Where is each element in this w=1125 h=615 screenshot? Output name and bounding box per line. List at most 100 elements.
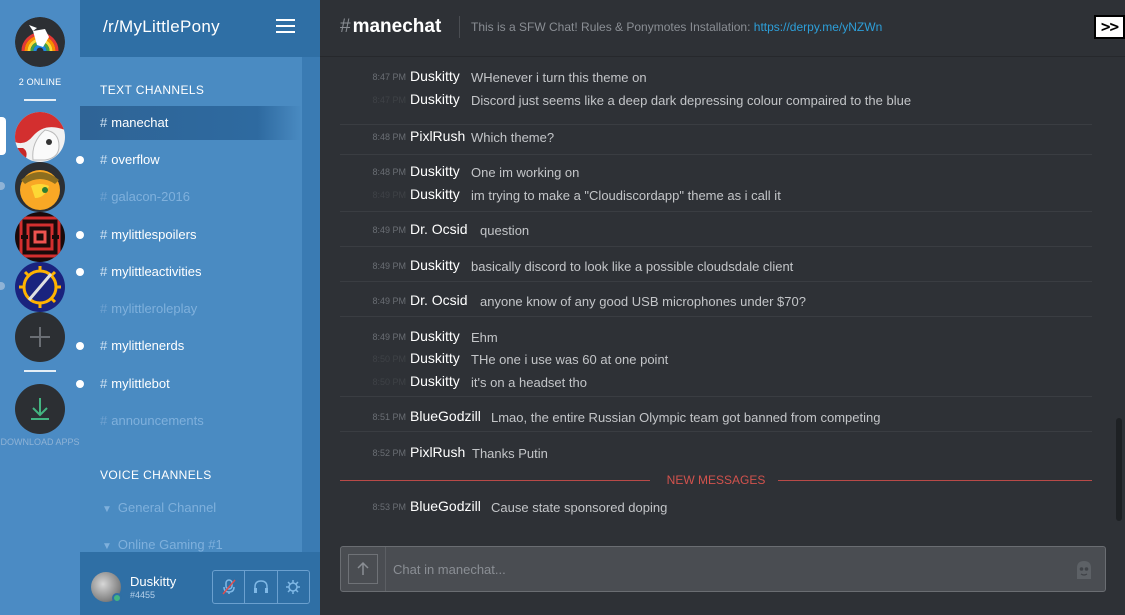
server-sun-sword[interactable] xyxy=(15,262,65,312)
server-red-pony[interactable] xyxy=(15,112,65,162)
message-group: 8:52 PM PixlRush Thanks Putin xyxy=(340,432,1092,472)
hash-icon: # xyxy=(340,16,351,37)
mute-button[interactable] xyxy=(213,571,246,603)
server-red-maze[interactable] xyxy=(15,212,65,262)
red-pony-avatar xyxy=(15,112,65,162)
message-author[interactable]: Duskitty xyxy=(410,163,460,179)
channel-name: mylittleroleplay xyxy=(111,301,198,316)
fast-forward-button[interactable]: >> xyxy=(1094,15,1125,39)
channel-sidebar: /r/MyLittlePony TEXT CHANNELS # manechat … xyxy=(76,0,320,615)
message-input[interactable] xyxy=(393,559,1053,579)
message-text: One im working on xyxy=(471,165,580,180)
message-author[interactable]: Duskitty xyxy=(410,328,460,344)
channel-scrollbar[interactable] xyxy=(302,57,320,552)
message-timestamp: 8:49 PM xyxy=(372,261,406,271)
message-scrollbar[interactable] xyxy=(1112,57,1125,532)
channel-mylittlebot[interactable]: # mylittlebot xyxy=(76,367,302,401)
hash-icon: # xyxy=(100,189,108,204)
message-text: basically discord to look like a possibl… xyxy=(471,259,794,274)
channel-mylittleactivities[interactable]: # mylittleactivities xyxy=(76,255,302,289)
message-timestamp: 8:53 PM xyxy=(372,502,406,512)
message-row: 8:51 PM BlueGodzill Lmao, the entire Russi… xyxy=(340,407,1092,429)
message-author[interactable]: Duskitty xyxy=(410,186,460,202)
message-author[interactable]: PixlRush xyxy=(410,128,465,144)
message-text: Cause state sponsored doping xyxy=(491,500,668,515)
message-timestamp: 8:47 PM xyxy=(372,95,406,105)
message-author[interactable]: Duskitty xyxy=(410,257,460,273)
hash-icon: # xyxy=(100,338,108,353)
voice-channels-header[interactable]: VOICE CHANNELS xyxy=(100,468,212,482)
message-author[interactable]: BlueGodzill xyxy=(410,408,481,424)
page-title: # manechat xyxy=(340,16,441,38)
channel-name: announcements xyxy=(111,413,204,428)
pony-emoji-icon xyxy=(1077,561,1091,579)
upload-button[interactable] xyxy=(348,554,378,584)
message-group: 8:48 PM PixlRush Which theme? xyxy=(340,125,1092,155)
message-timestamp: 8:49 PM xyxy=(372,190,406,200)
server-mylittlepony[interactable] xyxy=(15,17,65,67)
text-channels-header[interactable]: TEXT CHANNELS xyxy=(100,83,204,97)
message-author[interactable]: Duskitty xyxy=(410,91,460,107)
emoji-button[interactable] xyxy=(1074,559,1094,581)
channel-list: TEXT CHANNELS # manechat # overflow # galac… xyxy=(76,57,302,552)
red-maze-avatar xyxy=(15,212,65,262)
message-row: 8:47 PM Duskitty Discord just seems like a… xyxy=(340,90,1092,112)
chat-header: # manechat This is a SFW Chat! Rules & Po… xyxy=(320,0,1125,57)
deafen-button[interactable] xyxy=(245,571,278,603)
unread-indicator xyxy=(76,231,84,239)
message-timestamp: 8:48 PM xyxy=(372,132,406,142)
message-composer xyxy=(340,546,1106,592)
mute-mic-icon xyxy=(222,579,236,595)
server-rail: 2 ONLINE DOWNLOAD APPS xyxy=(0,0,80,615)
topic-link[interactable]: https://derpy.me/yNZWn xyxy=(754,20,882,34)
add-server-button[interactable] xyxy=(15,312,65,362)
channel-mylittlespoilers[interactable]: # mylittlespoilers xyxy=(76,218,302,252)
channel-announcements[interactable]: # announcements xyxy=(80,404,302,438)
guild-header[interactable]: /r/MyLittlePony xyxy=(80,0,320,57)
channel-title: manechat xyxy=(352,16,442,37)
message-row: 8:47 PM Duskitty WHenever i turn this them… xyxy=(340,67,1092,89)
message-row: 8:49 PM Duskitty im trying to make a "Clou… xyxy=(340,185,1092,207)
channel-overflow[interactable]: # overflow xyxy=(76,143,302,177)
scrollbar-thumb[interactable] xyxy=(1116,418,1122,521)
message-author[interactable]: Dr. Ocsid xyxy=(410,221,468,237)
applejack-avatar xyxy=(15,162,65,212)
message-text: anyone know of any good USB microphones … xyxy=(480,294,806,309)
online-status-icon xyxy=(112,593,122,603)
message-text: Lmao, the entire Russian Olympic team go… xyxy=(491,410,881,425)
hash-icon: # xyxy=(100,152,108,167)
message-row: 8:49 PM Duskitty Ehm xyxy=(340,327,1092,349)
server-applejack[interactable] xyxy=(15,162,65,212)
message-group: 8:47 PM Duskitty WHenever i turn this them… xyxy=(340,67,1092,125)
settings-button[interactable] xyxy=(278,571,309,603)
download-apps-button[interactable] xyxy=(15,384,65,434)
message-author[interactable]: BlueGodzill xyxy=(410,498,481,514)
channel-manechat[interactable]: # manechat xyxy=(80,106,302,140)
message-row: 8:50 PM Duskitty it's on a headset tho xyxy=(340,372,1092,394)
message-author[interactable]: Dr. Ocsid xyxy=(410,292,468,308)
message-timestamp: 8:49 PM xyxy=(372,225,406,235)
message-row: 8:49 PM Dr. Ocsid anyone know of any good … xyxy=(340,291,1092,313)
message-timestamp: 8:52 PM xyxy=(372,448,406,458)
message-timestamp: 8:49 PM xyxy=(372,332,406,342)
message-author[interactable]: PixlRush xyxy=(410,444,465,460)
message-author[interactable]: Duskitty xyxy=(410,350,460,366)
message-group: 8:49 PM Dr. Ocsid question xyxy=(340,212,1092,247)
hash-icon: # xyxy=(100,413,108,428)
message-group: 8:53 PM BlueGodzill Cause state sponsored … xyxy=(340,490,1092,524)
channel-galacon-2016[interactable]: # galacon-2016 xyxy=(80,180,302,214)
message-group: 8:49 PM Dr. Ocsid anyone know of any good … xyxy=(340,282,1092,317)
message-timestamp: 8:51 PM xyxy=(372,412,406,422)
chevron-down-icon: ▼ xyxy=(102,504,112,515)
message-text: Thanks Putin xyxy=(472,446,548,461)
channel-name: galacon-2016 xyxy=(111,189,191,204)
voice-channel-general[interactable]: ▼ General Channel xyxy=(80,491,302,525)
hamburger-icon[interactable] xyxy=(276,19,295,35)
channel-mylittleroleplay[interactable]: # mylittleroleplay xyxy=(80,292,302,326)
channel-mylittlenerds[interactable]: # mylittlenerds xyxy=(76,329,302,363)
unread-indicator xyxy=(76,380,84,388)
server-unread-dot xyxy=(0,282,5,290)
message-author[interactable]: Duskitty xyxy=(410,68,460,84)
message-author[interactable]: Duskitty xyxy=(410,373,460,389)
hash-icon: # xyxy=(100,376,108,391)
